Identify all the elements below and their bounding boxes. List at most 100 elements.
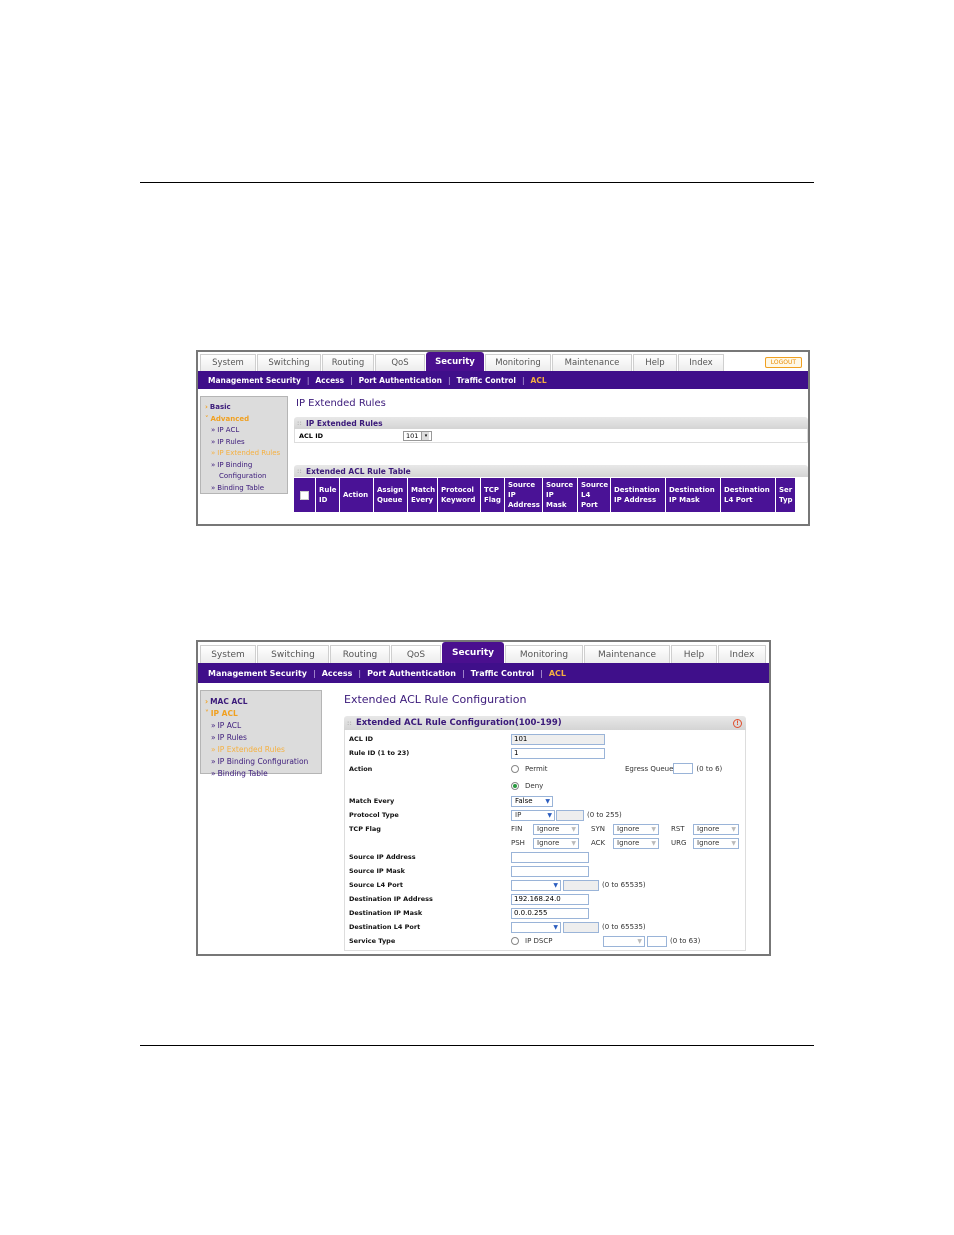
destination-ip-input[interactable]: 192.168.24.0: [511, 893, 589, 905]
rule-id-label: Rule ID (1 to 23): [349, 749, 410, 757]
tab-help[interactable]: Help: [671, 645, 717, 663]
sidebar-item-ip-acl[interactable]: » IP ACL: [205, 720, 317, 732]
ip-dscp-hint: (0 to 63): [670, 937, 701, 945]
sidebar: › Basic ˅ Advanced » IP ACL » IP Rules » IP E…: [200, 396, 288, 494]
sidebar-item-ip-acl[interactable]: » IP ACL: [205, 425, 283, 437]
sidebar-item-ip-binding-cont[interactable]: Configuration: [205, 471, 283, 483]
subnav-access[interactable]: Access: [315, 376, 344, 385]
protocol-number-input[interactable]: [556, 809, 584, 821]
tab-security[interactable]: Security: [442, 642, 504, 663]
source-port-select[interactable]: ▼: [511, 879, 561, 891]
fin-select[interactable]: Ignore ▼: [533, 823, 579, 835]
service-type-label: Service Type: [349, 937, 396, 945]
tab-qos[interactable]: QoS: [391, 645, 441, 663]
tab-system[interactable]: System: [200, 354, 256, 371]
logout-button[interactable]: LOGOUT: [764, 357, 802, 368]
tab-switching[interactable]: Switching: [257, 354, 321, 371]
subnav-traffic-control[interactable]: Traffic Control: [471, 669, 534, 678]
tab-help[interactable]: Help: [633, 354, 677, 371]
sidebar-item-ip-binding-configuration[interactable]: » IP Binding Configuration: [205, 756, 317, 768]
subnav-management-security[interactable]: Management Security: [208, 669, 307, 678]
match-every-select[interactable]: False ▼: [511, 795, 553, 807]
chevron-down-icon: ▼: [545, 797, 550, 805]
source-mask-input[interactable]: [511, 865, 589, 877]
subnav-port-authentication[interactable]: Port Authentication: [359, 376, 442, 385]
tab-routing[interactable]: Routing: [330, 645, 390, 663]
tab-system[interactable]: System: [200, 645, 256, 663]
subnav-traffic-control[interactable]: Traffic Control: [457, 376, 516, 385]
sidebar-group-ip-acl[interactable]: ˅ IP ACL: [205, 708, 317, 720]
egress-queue-input[interactable]: [673, 763, 694, 774]
destination-port-number[interactable]: [563, 921, 599, 933]
tab-maintenance[interactable]: Maintenance: [552, 354, 632, 371]
subnav-acl[interactable]: ACL: [531, 376, 547, 385]
tab-index[interactable]: Index: [718, 645, 766, 663]
source-ip-input[interactable]: [511, 851, 589, 863]
tab-monitoring[interactable]: Monitoring: [485, 354, 551, 371]
psh-select[interactable]: Ignore ▼: [533, 837, 579, 849]
syn-select[interactable]: Ignore ▼: [613, 823, 659, 835]
tab-index[interactable]: Index: [678, 354, 724, 371]
subnav-acl[interactable]: ACL: [549, 669, 566, 678]
destination-mask-row: Destination IP Mask 0.0.0.255: [349, 906, 741, 920]
permit-radio[interactable]: [511, 764, 519, 773]
sidebar-item-binding-table[interactable]: » Binding Table: [205, 483, 283, 495]
ack-select[interactable]: Ignore ▼: [613, 837, 659, 849]
sidebar-group-basic[interactable]: › Basic: [205, 402, 283, 414]
psh-label: PSH: [511, 839, 525, 847]
acl-id-select[interactable]: 101 ▾: [403, 430, 433, 441]
chevron-down-icon: ▼: [553, 923, 558, 931]
sidebar-item-binding-table[interactable]: » Binding Table: [205, 768, 317, 780]
header-rule: [140, 182, 814, 183]
sidebar-item-ip-extended-rules[interactable]: » IP Extended Rules: [205, 744, 317, 756]
subnav-port-authentication[interactable]: Port Authentication: [367, 669, 456, 678]
sidebar-item-ip-binding[interactable]: » IP Binding: [205, 460, 283, 472]
tcp-flag-label: TCP Flag: [349, 825, 381, 833]
sidebar-group-mac-acl[interactable]: › MAC ACL: [205, 696, 317, 708]
fin-label: FIN: [511, 825, 523, 833]
tcp-flag-row-1: TCP Flag FIN Ignore ▼ SYN Ignore ▼ RST Ign…: [349, 822, 741, 836]
egress-queue-label: Egress Queue: [625, 764, 674, 773]
col-tcp-flag: TCP Flag: [481, 478, 505, 512]
col-destination-ip-address: Destination IP Address: [611, 478, 666, 512]
match-every-row: Match Every False ▼: [349, 794, 741, 808]
source-ip-row: Source IP Address: [349, 850, 741, 864]
sidebar-item-ip-extended-rules[interactable]: » IP Extended Rules: [205, 448, 283, 460]
dropdown-arrow-icon: ▾: [421, 431, 430, 440]
source-port-number[interactable]: [563, 879, 599, 891]
tab-qos[interactable]: QoS: [375, 354, 425, 371]
subnav-management-security[interactable]: Management Security: [208, 376, 301, 385]
col-source-l4-port: Source L4 Port: [578, 478, 611, 512]
page-title: IP Extended Rules: [296, 398, 386, 409]
urg-select[interactable]: Ignore ▼: [693, 837, 739, 849]
subnav-access[interactable]: Access: [322, 669, 353, 678]
tab-monitoring[interactable]: Monitoring: [505, 645, 583, 663]
page-title: Extended ACL Rule Configuration: [344, 693, 527, 706]
select-all-checkbox[interactable]: [300, 490, 309, 500]
select-all-checkbox-cell[interactable]: [294, 478, 316, 512]
sidebar-item-ip-rules[interactable]: » IP Rules: [205, 732, 317, 744]
ip-dscp-select[interactable]: ▼: [603, 935, 645, 947]
rst-select[interactable]: Ignore ▼: [693, 823, 739, 835]
tab-security[interactable]: Security: [426, 352, 484, 371]
ip-dscp-input[interactable]: [647, 935, 667, 947]
sidebar-group-advanced[interactable]: ˅ Advanced: [205, 414, 283, 426]
ip-dscp-radio[interactable]: [511, 937, 519, 945]
sidebar-item-ip-rules[interactable]: » IP Rules: [205, 437, 283, 449]
tab-routing[interactable]: Routing: [322, 354, 374, 371]
chevron-right-icon: ›: [205, 403, 208, 411]
main-content: Extended ACL Rule Configuration Extended…: [344, 690, 746, 951]
panel-header: IP Extended Rules: [294, 417, 808, 429]
protocol-type-select[interactable]: IP ▼: [511, 809, 555, 821]
help-icon[interactable]: !: [733, 718, 742, 728]
deny-radio[interactable]: [511, 781, 519, 790]
tab-switching[interactable]: Switching: [257, 645, 329, 663]
destination-port-select[interactable]: ▼: [511, 921, 561, 933]
col-action: Action: [340, 478, 374, 512]
destination-port-label: Destination L4 Port: [349, 923, 421, 931]
tab-maintenance[interactable]: Maintenance: [584, 645, 670, 663]
protocol-hint: (0 to 255): [587, 811, 622, 819]
rule-id-input[interactable]: 1: [511, 747, 605, 759]
rule-form: ACL ID 101 Rule ID (1 to 23) 1 Action Pe…: [344, 730, 746, 951]
destination-mask-input[interactable]: 0.0.0.255: [511, 907, 589, 919]
